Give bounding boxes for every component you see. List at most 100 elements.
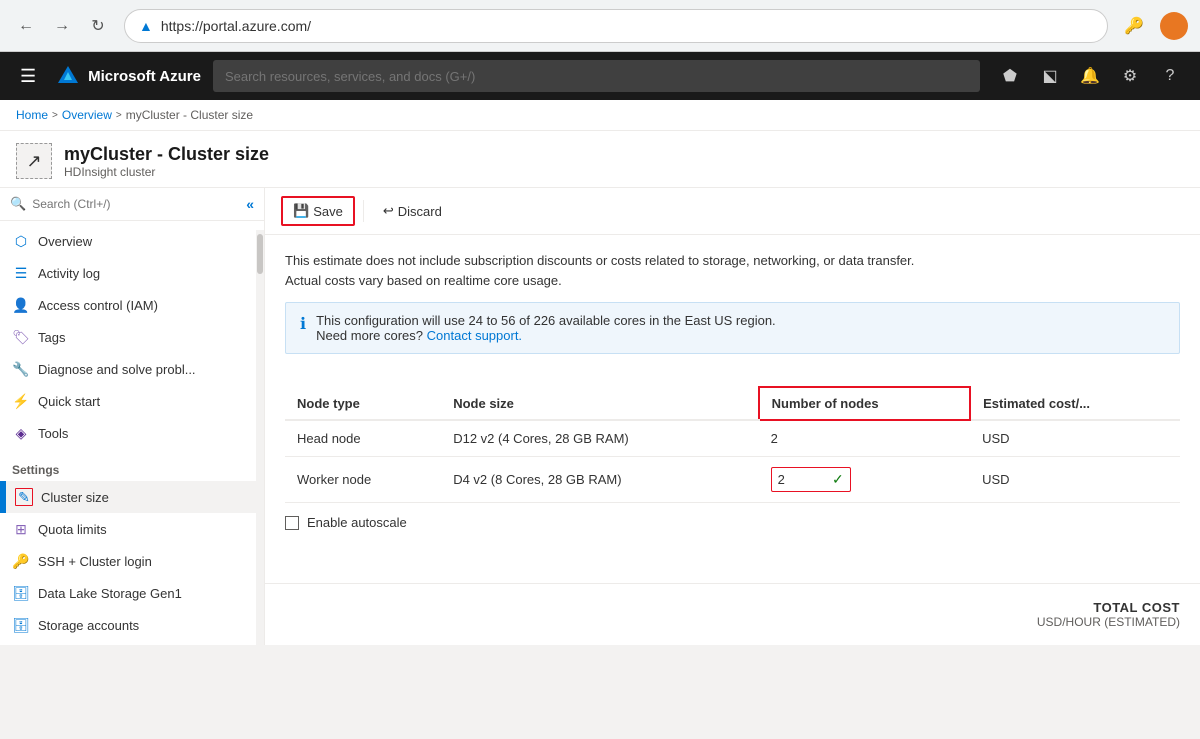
sidebar-collapse-button[interactable]: «	[246, 196, 254, 212]
total-cost-section: TOTAL COST USD/HOUR (ESTIMATED)	[265, 583, 1200, 645]
quota-limits-icon: ⊞	[12, 520, 30, 538]
contact-support-link[interactable]: Contact support.	[427, 328, 522, 343]
sidebar-item-storage-accounts[interactable]: 🗄 Storage accounts	[0, 609, 264, 641]
page-icon: ↗	[16, 143, 52, 179]
sidebar-item-ssh-login[interactable]: 🔑 SSH + Cluster login	[0, 545, 264, 577]
info-box-text: This configuration will use 24 to 56 of …	[316, 313, 776, 328]
cloud-shell-icon[interactable]: ⬟	[992, 58, 1028, 94]
discard-button[interactable]: ↩ Discard	[372, 197, 453, 225]
forward-button[interactable]: →	[48, 12, 76, 40]
table-row: Head node D12 v2 (4 Cores, 28 GB RAM) 2 …	[285, 420, 1180, 457]
sidebar-item-activity-log[interactable]: ☰ Activity log	[0, 257, 264, 289]
worker-node-count-cell: 2 ✓	[759, 457, 970, 503]
page-title-block: myCluster - Cluster size HDInsight clust…	[64, 144, 269, 179]
sidebar-item-label: Quota limits	[38, 522, 107, 537]
sidebar-item-label: Access control (IAM)	[38, 298, 158, 313]
sidebar-item-data-lake[interactable]: 🗄 Data Lake Storage Gen1	[0, 577, 264, 609]
breadcrumb-home[interactable]: Home	[16, 108, 48, 122]
global-search-input[interactable]	[213, 60, 980, 92]
activity-log-icon: ☰	[12, 264, 30, 282]
hamburger-menu-button[interactable]: ☰	[12, 62, 44, 91]
breadcrumb-overview[interactable]: Overview	[62, 108, 112, 122]
sidebar-item-diagnose[interactable]: 🔧 Diagnose and solve probl...	[0, 353, 264, 385]
col-header-estimated-cost: Estimated cost/...	[970, 387, 1180, 420]
sidebar: 🔍 « ⬡ Overview ☰ Activity log 👤 Access c…	[0, 188, 265, 645]
azure-brand-text: Microsoft Azure	[88, 68, 201, 85]
directory-icon[interactable]: ⬕	[1032, 58, 1068, 94]
url-text: https://portal.azure.com/	[161, 18, 1093, 34]
content-area: 🔍 « ⬡ Overview ☰ Activity log 👤 Access c…	[0, 188, 1200, 645]
sidebar-item-label: Diagnose and solve probl...	[38, 362, 196, 377]
head-node-type: Head node	[285, 420, 441, 457]
info-section: This estimate does not include subscript…	[265, 235, 1200, 370]
azure-favicon-icon: ▲	[139, 18, 153, 34]
check-icon: ✓	[832, 471, 844, 488]
sidebar-item-label: Tags	[38, 330, 65, 345]
help-icon[interactable]: ?	[1152, 58, 1188, 94]
sidebar-item-tools[interactable]: ◈ Tools	[0, 417, 264, 449]
worker-nodes-value: 2	[778, 472, 785, 487]
overview-icon: ⬡	[12, 232, 30, 250]
sidebar-item-label: Cluster size	[41, 490, 109, 505]
total-cost-label: TOTAL COST	[285, 600, 1180, 615]
notification-bell-icon[interactable]: 🔔	[1072, 58, 1108, 94]
back-button[interactable]: ←	[12, 12, 40, 40]
col-header-node-type: Node type	[285, 387, 441, 420]
sidebar-item-quota-limits[interactable]: ⊞ Quota limits	[0, 513, 264, 545]
worker-nodes-input-container[interactable]: 2 ✓	[771, 467, 851, 492]
save-button[interactable]: 💾 Save	[281, 196, 355, 226]
toolbar-separator	[363, 200, 364, 222]
diagnose-icon: 🔧	[12, 360, 30, 378]
refresh-button[interactable]: ↻	[84, 12, 112, 40]
sidebar-item-tags[interactable]: 🏷 Tags	[0, 321, 264, 353]
head-node-size: D12 v2 (4 Cores, 28 GB RAM)	[441, 420, 758, 457]
azure-logo-icon	[56, 64, 80, 88]
sidebar-item-quick-start[interactable]: ⚡ Quick start	[0, 385, 264, 417]
key-icon[interactable]: 🔑	[1120, 12, 1148, 40]
head-node-cost: USD	[970, 420, 1180, 457]
nav-buttons: ← → ↻	[12, 12, 112, 40]
sidebar-item-label: Overview	[38, 234, 92, 249]
page-title: myCluster - Cluster size	[64, 144, 269, 165]
azure-logo: Microsoft Azure	[56, 64, 201, 88]
cluster-size-icon: ✎	[15, 488, 33, 506]
settings-gear-icon[interactable]: ⚙	[1112, 58, 1148, 94]
save-label: Save	[313, 204, 343, 219]
autoscale-checkbox[interactable]	[285, 516, 299, 530]
total-cost-sublabel: USD/HOUR (ESTIMATED)	[285, 615, 1180, 629]
browser-chrome: ← → ↻ ▲ https://portal.azure.com/ 🔑	[0, 0, 1200, 52]
settings-section-header: Settings	[0, 449, 264, 481]
sidebar-search[interactable]: 🔍 «	[0, 188, 264, 221]
cluster-table: Node type Node size Number of nodes Esti…	[285, 386, 1180, 503]
info-text-1: This estimate does not include subscript…	[285, 251, 1180, 290]
worker-node-cost: USD	[970, 457, 1180, 503]
data-lake-icon: 🗄	[12, 584, 30, 602]
info-box-content: This configuration will use 24 to 56 of …	[316, 313, 776, 343]
toolbar: 💾 Save ↩ Discard	[265, 188, 1200, 235]
sidebar-item-iam[interactable]: 👤 Access control (IAM)	[0, 289, 264, 321]
sidebar-item-cluster-size[interactable]: ✎ Cluster size	[0, 481, 264, 513]
topbar-icons: ⬟ ⬕ 🔔 ⚙ ?	[992, 58, 1188, 94]
user-avatar[interactable]	[1160, 12, 1188, 40]
sidebar-item-label: Quick start	[38, 394, 100, 409]
sidebar-search-input[interactable]	[32, 197, 240, 211]
page-header: ↗ myCluster - Cluster size HDInsight clu…	[0, 131, 1200, 188]
cluster-icon: ↗	[26, 151, 41, 172]
breadcrumb-current: myCluster - Cluster size	[126, 108, 253, 122]
quick-start-icon: ⚡	[12, 392, 30, 410]
sidebar-item-overview[interactable]: ⬡ Overview	[0, 225, 264, 257]
info-box-text-2: Need more cores?	[316, 328, 423, 343]
sidebar-item-label: Tools	[38, 426, 68, 441]
address-bar[interactable]: ▲ https://portal.azure.com/	[124, 9, 1108, 43]
save-icon: 💾	[293, 203, 309, 219]
storage-accounts-icon: 🗄	[12, 616, 30, 634]
sidebar-item-label: SSH + Cluster login	[38, 554, 152, 569]
discard-label: Discard	[398, 204, 442, 219]
col-header-node-size: Node size	[441, 387, 758, 420]
worker-node-size: D4 v2 (8 Cores, 28 GB RAM)	[441, 457, 758, 503]
iam-icon: 👤	[12, 296, 30, 314]
discard-icon: ↩	[383, 203, 394, 219]
tags-icon: 🏷	[12, 328, 30, 346]
sidebar-item-label: Activity log	[38, 266, 100, 281]
info-box: ℹ This configuration will use 24 to 56 o…	[285, 302, 1180, 354]
